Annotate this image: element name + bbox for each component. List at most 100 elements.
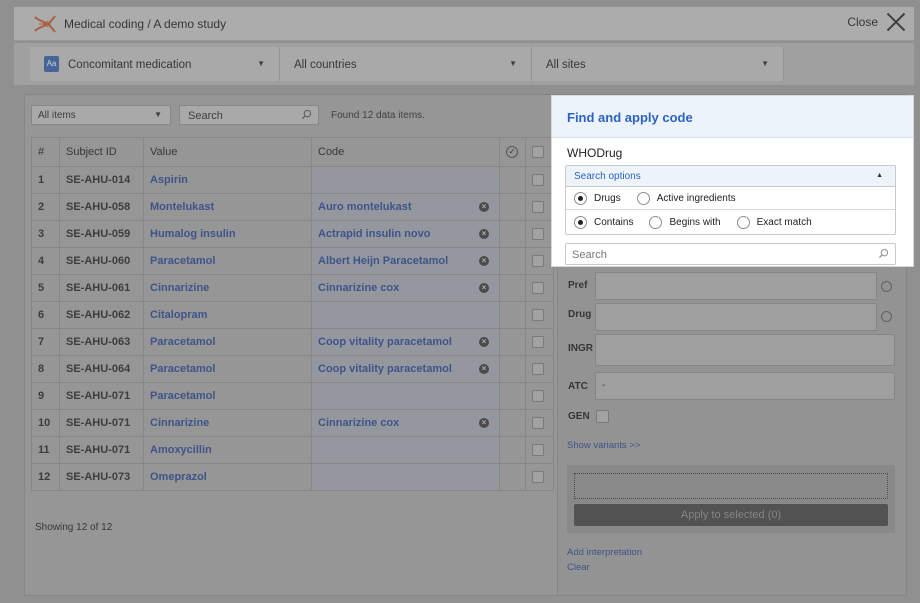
- table-row[interactable]: 2 SE-AHU-058 Montelukast Auro montelukast ×: [31, 193, 554, 221]
- table-row[interactable]: 1 SE-AHU-014 Aspirin: [31, 166, 554, 194]
- pref-radio[interactable]: [881, 281, 892, 292]
- code-cell[interactable]: [311, 463, 500, 491]
- select-cell[interactable]: [525, 355, 554, 383]
- drugs-radio-label[interactable]: Drugs: [594, 193, 621, 204]
- code-cell[interactable]: Auro montelukast ×: [311, 193, 500, 221]
- selected-code-dropzone[interactable]: [574, 473, 888, 499]
- code-cell[interactable]: Cinnarizine cox ×: [311, 409, 500, 437]
- table-row[interactable]: 5 SE-AHU-061 Cinnarizine Cinnarizine cox ×: [31, 274, 554, 302]
- close-button[interactable]: Close: [847, 12, 906, 32]
- code-cell[interactable]: Albert Heijn Paracetamol ×: [311, 247, 500, 275]
- add-interpretation-link[interactable]: Add interpretation: [567, 547, 642, 558]
- select-cell[interactable]: [525, 274, 554, 302]
- code-cell[interactable]: Cinnarizine cox ×: [311, 274, 500, 302]
- close-icon[interactable]: [886, 12, 906, 32]
- select-cell[interactable]: [525, 301, 554, 329]
- code-cell[interactable]: Coop vitality paracetamol ×: [311, 328, 500, 356]
- items-filter-select[interactable]: All items ▼: [31, 105, 171, 125]
- row-select-checkbox[interactable]: [532, 363, 544, 376]
- value-cell[interactable]: Paracetamol: [143, 382, 312, 410]
- table-row[interactable]: 11 SE-AHU-071 Amoxycillin: [31, 436, 554, 464]
- value-cell[interactable]: Omeprazol: [143, 463, 312, 491]
- table-row[interactable]: 4 SE-AHU-060 Paracetamol Albert Heijn Parac…: [31, 247, 554, 275]
- show-variants-link[interactable]: Show variants >>: [567, 440, 640, 451]
- select-cell[interactable]: [525, 166, 554, 194]
- ingr-field[interactable]: [595, 334, 895, 366]
- gen-checkbox[interactable]: [596, 410, 609, 423]
- active-ingredients-radio-label[interactable]: Active ingredients: [657, 193, 736, 204]
- remove-code-icon[interactable]: ×: [479, 283, 489, 293]
- table-row[interactable]: 8 SE-AHU-064 Paracetamol Coop vitality para…: [31, 355, 554, 383]
- select-cell[interactable]: [525, 328, 554, 356]
- pref-field[interactable]: [595, 272, 877, 300]
- value-cell[interactable]: Citalopram: [143, 301, 312, 329]
- atc-field[interactable]: -: [595, 372, 895, 400]
- row-select-checkbox[interactable]: [532, 471, 544, 484]
- drug-radio[interactable]: [881, 311, 892, 322]
- select-cell[interactable]: [525, 193, 554, 221]
- table-row[interactable]: 3 SE-AHU-059 Humalog insulin Actrapid insul…: [31, 220, 554, 248]
- row-select-checkbox[interactable]: [532, 228, 544, 241]
- search-options-toggle[interactable]: Search options ▲: [566, 166, 895, 187]
- column-header-code[interactable]: Code: [311, 137, 500, 167]
- exact-match-radio-label[interactable]: Exact match: [757, 217, 812, 228]
- begins-with-radio[interactable]: [649, 216, 663, 229]
- table-row[interactable]: 9 SE-AHU-071 Paracetamol: [31, 382, 554, 410]
- select-cell[interactable]: [525, 382, 554, 410]
- value-cell[interactable]: Aspirin: [143, 166, 312, 194]
- row-select-checkbox[interactable]: [532, 417, 544, 430]
- select-cell[interactable]: [525, 463, 554, 491]
- drug-field[interactable]: [595, 303, 877, 331]
- contains-radio-label[interactable]: Contains: [594, 217, 633, 228]
- select-cell[interactable]: [525, 220, 554, 248]
- remove-code-icon[interactable]: ×: [479, 256, 489, 266]
- begins-with-radio-label[interactable]: Begins with: [669, 217, 720, 228]
- code-cell[interactable]: [311, 382, 500, 410]
- form-dropdown[interactable]: Aa Concomitant medication ▼: [30, 47, 280, 81]
- column-header-subject[interactable]: Subject ID: [59, 137, 144, 167]
- code-cell[interactable]: Coop vitality paracetamol ×: [311, 355, 500, 383]
- remove-code-icon[interactable]: ×: [479, 337, 489, 347]
- items-search-input[interactable]: Search: [179, 105, 319, 125]
- row-select-checkbox[interactable]: [532, 201, 544, 214]
- row-select-checkbox[interactable]: [532, 255, 544, 268]
- value-cell[interactable]: Paracetamol: [143, 355, 312, 383]
- remove-code-icon[interactable]: ×: [479, 202, 489, 212]
- table-row[interactable]: 10 SE-AHU-071 Cinnarizine Cinnarizine cox ×: [31, 409, 554, 437]
- exact-match-radio[interactable]: [736, 216, 750, 229]
- select-cell[interactable]: [525, 409, 554, 437]
- remove-code-icon[interactable]: ×: [479, 229, 489, 239]
- value-cell[interactable]: Montelukast: [143, 193, 312, 221]
- active-ingredients-radio[interactable]: [636, 191, 650, 205]
- code-cell[interactable]: [311, 301, 500, 329]
- row-select-checkbox[interactable]: [532, 282, 544, 295]
- row-select-checkbox[interactable]: [532, 174, 544, 187]
- table-row[interactable]: 7 SE-AHU-063 Paracetamol Coop vitality para…: [31, 328, 554, 356]
- select-all-checkbox[interactable]: [532, 146, 544, 159]
- select-cell[interactable]: [525, 436, 554, 464]
- row-select-checkbox[interactable]: [532, 336, 544, 349]
- value-cell[interactable]: Paracetamol: [143, 247, 312, 275]
- code-search-input[interactable]: Search: [565, 243, 896, 265]
- value-cell[interactable]: Humalog insulin: [143, 220, 312, 248]
- code-cell[interactable]: [311, 166, 500, 194]
- value-cell[interactable]: Amoxycillin: [143, 436, 312, 464]
- remove-code-icon[interactable]: ×: [479, 364, 489, 374]
- drugs-radio[interactable]: [574, 191, 587, 205]
- countries-dropdown[interactable]: All countries ▼: [280, 47, 532, 81]
- column-header-select[interactable]: [525, 137, 554, 167]
- contains-radio[interactable]: [574, 216, 587, 229]
- column-header-value[interactable]: Value: [143, 137, 312, 167]
- table-row[interactable]: 12 SE-AHU-073 Omeprazol: [31, 463, 554, 491]
- value-cell[interactable]: Cinnarizine: [143, 274, 312, 302]
- value-cell[interactable]: Paracetamol: [143, 328, 312, 356]
- code-cell[interactable]: Actrapid insulin novo ×: [311, 220, 500, 248]
- sites-dropdown[interactable]: All sites ▼: [532, 47, 784, 81]
- code-cell[interactable]: [311, 436, 500, 464]
- row-select-checkbox[interactable]: [532, 444, 544, 457]
- remove-code-icon[interactable]: ×: [479, 418, 489, 428]
- select-cell[interactable]: [525, 247, 554, 275]
- clear-link[interactable]: Clear: [567, 562, 590, 573]
- value-cell[interactable]: Cinnarizine: [143, 409, 312, 437]
- row-select-checkbox[interactable]: [532, 309, 544, 322]
